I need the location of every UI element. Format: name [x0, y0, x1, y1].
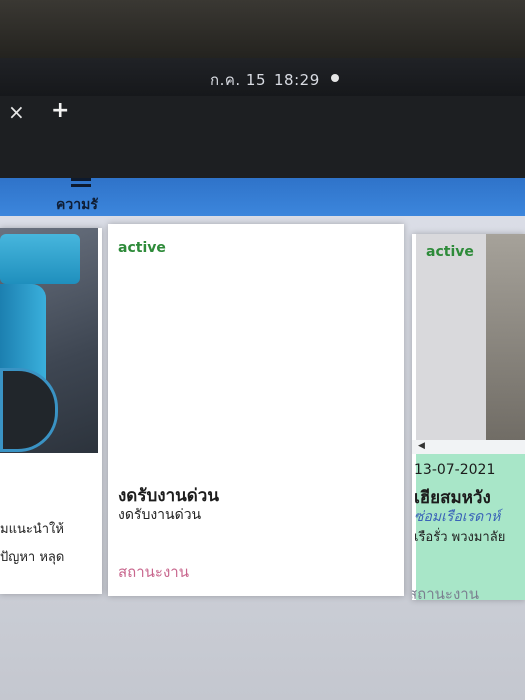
pump-tank-image [0, 234, 80, 284]
browser-tab-strip [0, 96, 525, 178]
new-tab-icon[interactable]: + [51, 98, 69, 123]
system-clock[interactable]: ก.ค. 15 18:29 [210, 68, 320, 92]
job-card[interactable]: active งดรับงานด่วน งดรับงานด่วน สถานะงา… [108, 224, 404, 596]
job-photo [0, 228, 98, 453]
job-status-label[interactable]: สถานะงาน [118, 560, 189, 584]
status-badge: active [426, 244, 474, 260]
pump-motor-image [0, 368, 58, 452]
job-card[interactable]: มแนะนำให้ ปัญหา หลุด [0, 228, 102, 594]
job-subtitle: งดรับงานด่วน [118, 507, 202, 523]
job-description: มแนะนำให้ [0, 522, 64, 537]
laptop-bezel [0, 0, 525, 58]
job-service: ซ่อมเรือเรดาห์ [414, 509, 501, 525]
job-date: 13-07-2021 [414, 462, 496, 478]
job-status-label[interactable]: สถานะงาน [412, 582, 479, 600]
clock-date: ก.ค. 15 [210, 71, 267, 89]
header-title: ความรั [56, 197, 98, 213]
job-card[interactable]: active ◀ 13-07-2021 เฮียสมหวัง ซ่อมเรือเ… [412, 234, 525, 600]
status-badge: active [118, 240, 166, 256]
scroll-left-icon[interactable]: ◀ [418, 441, 425, 451]
notification-dot-icon [331, 74, 339, 82]
photo-scroll-strip[interactable]: ◀ [412, 440, 525, 454]
hamburger-menu-icon[interactable] [71, 178, 91, 194]
job-photo [416, 234, 525, 446]
job-description: เรือรั่ว พวงมาลัย [414, 530, 506, 545]
job-description: ปัญหา หลุด [0, 550, 65, 565]
close-tab-icon[interactable]: × [8, 100, 25, 124]
clock-time: 18:29 [274, 71, 320, 89]
